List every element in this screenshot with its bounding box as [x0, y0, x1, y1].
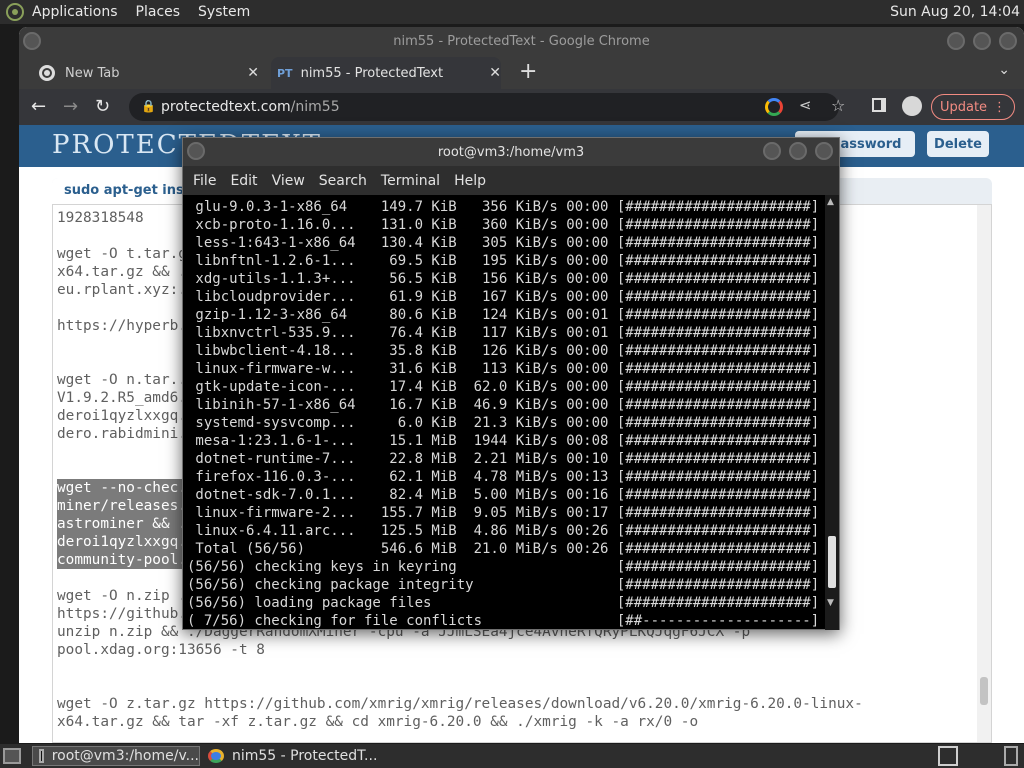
chrome-titlebar[interactable]: nim55 - ProtectedText - Google Chrome [19, 27, 1024, 55]
new-tab-button[interactable]: + [519, 59, 537, 84]
terminal-scrollbar[interactable]: ▲ ▼ [825, 195, 839, 630]
scroll-down-icon[interactable]: ▼ [827, 598, 834, 608]
terminal-icon [39, 749, 44, 763]
terminal-line: Total (56/56) 546.6 MiB 21.0 MiB/s 00:26… [187, 541, 826, 557]
taskbar: root@vm3:/home/v... nim55 - ProtectedT..… [0, 744, 1024, 768]
terminal-title: root@vm3:/home/vm3 [437, 144, 585, 160]
terminal-line: dotnet-sdk-7.0.1... 82.4 MiB 5.00 MiB/s … [187, 487, 826, 503]
terminal-line: glu-9.0.3-1-x86_64 149.7 KiB 356 KiB/s 0… [187, 199, 826, 215]
window-title: nim55 - ProtectedText - Google Chrome [393, 33, 650, 49]
menu-file[interactable]: File [193, 173, 216, 189]
tab-label: nim55 - ProtectedText [300, 65, 444, 81]
side-panel-icon[interactable] [872, 98, 886, 112]
note-line: 1928318548 [57, 210, 144, 226]
note-line: x64.tar.gz && tar -xf z.tar.gz && cd xmr… [57, 714, 699, 730]
terminal-line: ( 7/56) checking for file conflicts [##-… [187, 613, 826, 629]
update-button[interactable]: Update ⋮ [931, 94, 1015, 120]
scroll-up-icon[interactable]: ▲ [827, 197, 834, 207]
taskbar-item-chrome[interactable]: nim55 - ProtectedT... [204, 746, 394, 766]
terminal-line: linux-firmware-2... 155.7 MiB 9.05 MiB/s… [187, 505, 826, 521]
bookmark-star-icon[interactable]: ☆ [831, 96, 845, 115]
terminal-titlebar[interactable]: root@vm3:/home/vm3 [183, 138, 839, 166]
menu-terminal[interactable]: Terminal [381, 173, 440, 189]
terminal-window: root@vm3:/home/vm3 File Edit View Search… [182, 137, 840, 630]
terminal-line: mesa-1:23.1.6-1-... 15.1 MiB 1944 KiB/s … [187, 433, 826, 449]
profile-avatar[interactable] [902, 96, 922, 116]
maximize-icon[interactable] [789, 142, 807, 160]
url-text[interactable]: protectedtext.com/nim55 [161, 99, 340, 115]
tab-search-chevron-icon[interactable]: ⌄ [998, 62, 1010, 78]
terminal-output[interactable]: glu-9.0.3-1-x86_64 149.7 KiB 356 KiB/s 0… [183, 195, 826, 630]
menu-search[interactable]: Search [319, 173, 367, 189]
top-panel: Applications Places System Sun Aug 20, 1… [0, 0, 1024, 24]
terminal-line: (56/56) checking package integrity [####… [187, 577, 826, 593]
scroll-thumb[interactable] [828, 536, 836, 588]
system-menu[interactable]: System [198, 4, 250, 20]
share-icon[interactable]: ⋖ [799, 96, 812, 114]
delete-button[interactable]: Delete [927, 131, 989, 157]
scroll-thumb[interactable] [980, 677, 988, 705]
taskbar-item-terminal[interactable]: root@vm3:/home/v... [32, 746, 200, 766]
maximize-icon[interactable] [973, 32, 991, 50]
terminal-line: firefox-116.0.3-... 62.1 MiB 4.78 MiB/s … [187, 469, 826, 485]
note-scrollbar[interactable] [977, 205, 991, 742]
tab-label: New Tab [65, 65, 120, 81]
chrome-icon [39, 65, 55, 81]
terminal-line: (56/56) loading package files [#########… [187, 595, 826, 611]
clock[interactable]: Sun Aug 20, 14:04 [890, 4, 1020, 20]
workspace-switcher-icon[interactable] [938, 746, 958, 766]
show-desktop-icon[interactable] [3, 748, 21, 764]
chrome-icon [208, 749, 224, 763]
terminal-line: libnftnl-1.2.6-1... 69.5 KiB 195 KiB/s 0… [187, 253, 826, 269]
close-tab-icon[interactable]: ✕ [489, 65, 501, 81]
terminal-line: dotnet-runtime-7... 22.8 MiB 2.21 MiB/s … [187, 451, 826, 467]
menu-view[interactable]: View [272, 173, 305, 189]
note-line: wget -O z.tar.gz https://github.com/xmri… [57, 696, 863, 712]
chrome-toolbar: ← → ↻ 🔒 protectedtext.com/nim55 ⋖ ☆ Upda… [19, 89, 1024, 125]
terminal-line: libinih-57-1-x86_64 16.7 KiB 46.9 KiB/s … [187, 397, 826, 413]
close-tab-icon[interactable]: ✕ [247, 65, 259, 81]
google-lens-icon[interactable] [765, 98, 783, 116]
tab-strip: New Tab ✕ PT nim55 - ProtectedText ✕ + ⌄ [19, 55, 1024, 89]
terminal-line: less-1:643-1-x86_64 130.4 KiB 305 KiB/s … [187, 235, 826, 251]
window-menu-icon[interactable] [23, 32, 41, 50]
protectedtext-favicon-icon: PT [277, 66, 293, 80]
kebab-menu-icon[interactable]: ⋮ [993, 100, 1006, 115]
minimize-icon[interactable] [947, 32, 965, 50]
terminal-line: libcloudprovider... 61.9 KiB 167 KiB/s 0… [187, 289, 826, 305]
terminal-line: libwbclient-4.18... 35.8 KiB 126 KiB/s 0… [187, 343, 826, 359]
applications-menu[interactable]: Applications [32, 4, 118, 20]
terminal-line: (56/56) checking keys in keyring [######… [187, 559, 826, 575]
close-window-icon[interactable] [999, 32, 1017, 50]
terminal-line: systemd-sysvcomp... 6.0 KiB 21.3 KiB/s 0… [187, 415, 826, 431]
address-bar[interactable]: 🔒 protectedtext.com/nim55 ⋖ ☆ [129, 93, 845, 121]
terminal-menubar: File Edit View Search Terminal Help [183, 166, 839, 195]
terminal-line: linux-6.4.11.arc... 125.5 MiB 4.86 MiB/s… [187, 523, 826, 539]
note-line: pool.xdag.org:13656 -t 8 [57, 642, 265, 658]
terminal-line: xdg-utils-1.1.3+... 56.5 KiB 156 KiB/s 0… [187, 271, 826, 287]
close-window-icon[interactable] [815, 142, 833, 160]
terminal-line: linux-firmware-w... 31.6 KiB 113 KiB/s 0… [187, 361, 826, 377]
terminal-line: gzip-1.12-3-x86_64 80.6 KiB 124 KiB/s 00… [187, 307, 826, 323]
reload-icon[interactable]: ↻ [95, 96, 110, 117]
places-menu[interactable]: Places [136, 4, 181, 20]
trash-icon[interactable] [1004, 746, 1018, 766]
window-menu-icon[interactable] [187, 142, 205, 160]
lock-icon[interactable]: 🔒 [141, 99, 156, 113]
menu-edit[interactable]: Edit [230, 173, 257, 189]
forward-arrow-icon[interactable]: → [63, 96, 78, 117]
terminal-line: libxnvctrl-535.9... 76.4 KiB 117 KiB/s 0… [187, 325, 826, 341]
menu-help[interactable]: Help [454, 173, 486, 189]
tab-new-tab[interactable]: New Tab ✕ [39, 57, 259, 89]
back-arrow-icon[interactable]: ← [31, 96, 46, 117]
terminal-line: xcb-proto-1.16.0... 131.0 KiB 360 KiB/s … [187, 217, 826, 233]
terminal-line: gtk-update-icon-... 17.4 KiB 62.0 KiB/s … [187, 379, 826, 395]
distro-logo-icon[interactable] [6, 3, 24, 21]
minimize-icon[interactable] [763, 142, 781, 160]
tab-protectedtext[interactable]: PT nim55 - ProtectedText ✕ [271, 57, 501, 89]
note-tab[interactable]: sudo apt-get insta... [52, 178, 192, 204]
